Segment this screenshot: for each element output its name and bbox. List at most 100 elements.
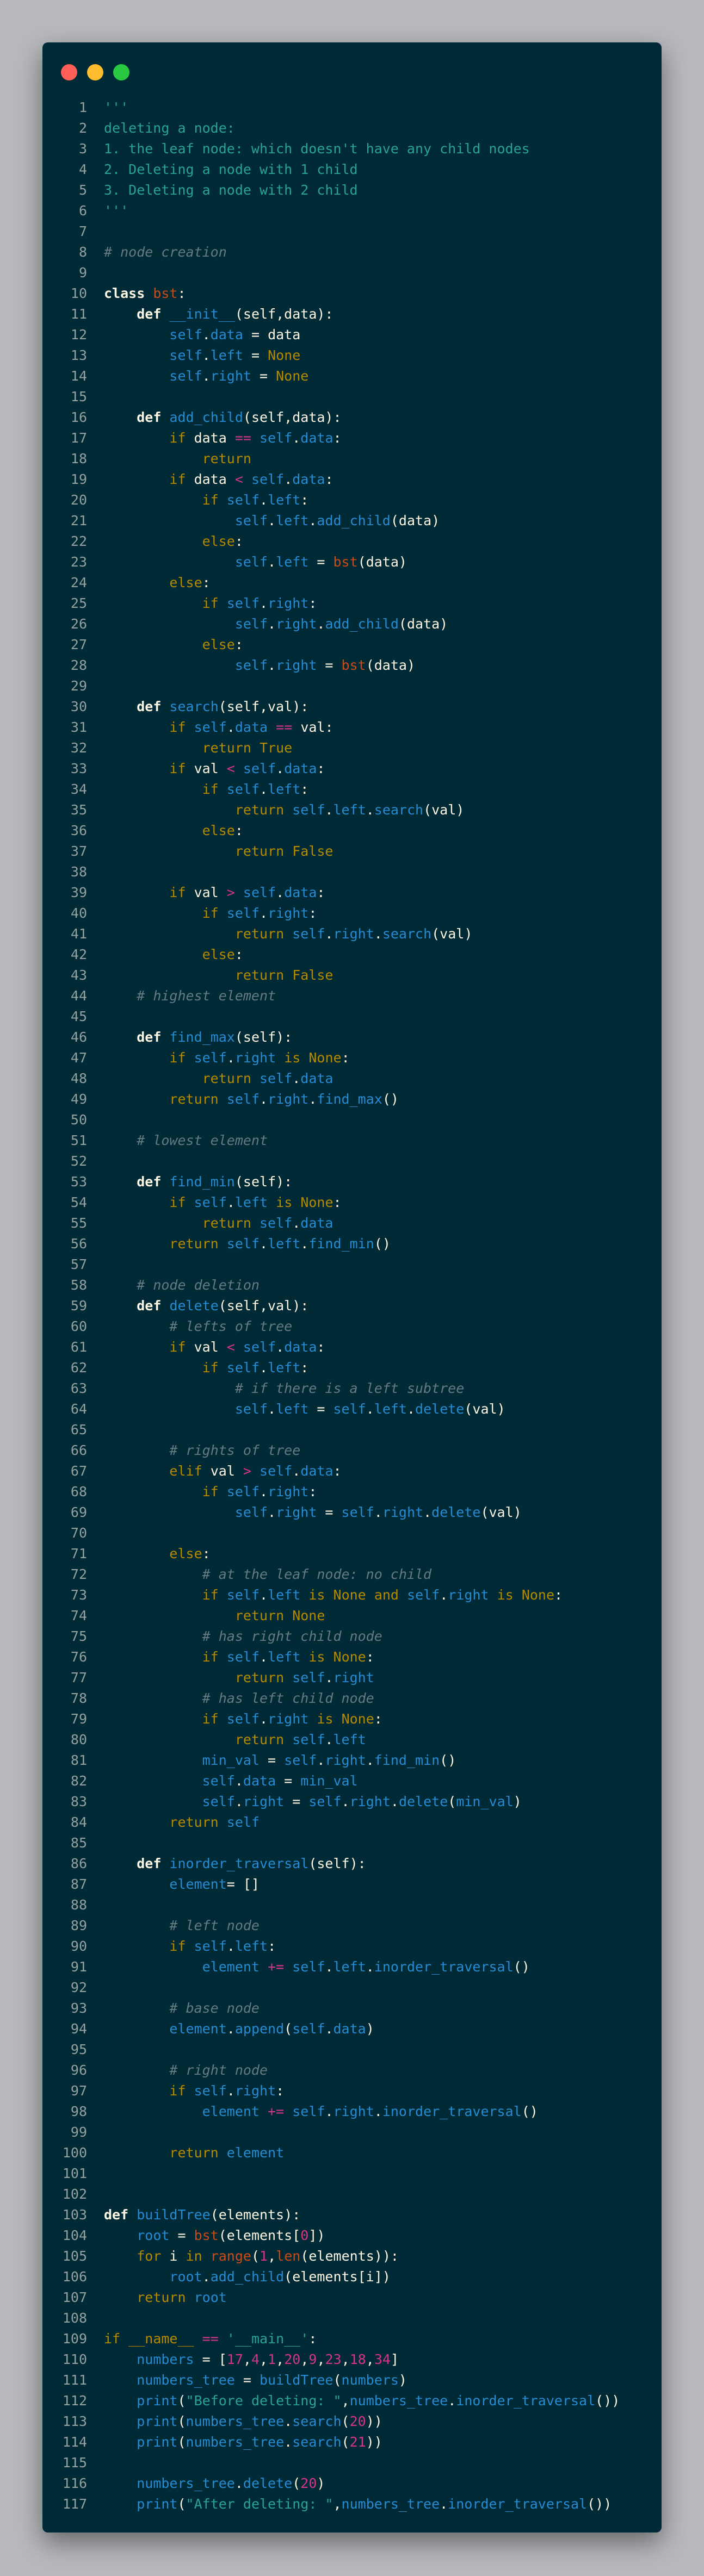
line-content[interactable]: else: (104, 1547, 210, 1560)
line-content[interactable]: return True (104, 741, 293, 755)
line-content[interactable]: if self.left is None: (104, 1650, 374, 1664)
minimize-icon[interactable] (87, 64, 103, 80)
line-content[interactable]: 2. Deleting a node with 1 child (104, 163, 358, 176)
line-content[interactable]: self.data = data (104, 328, 300, 341)
line-content[interactable]: return None (104, 1609, 325, 1622)
line-content[interactable]: else: (104, 576, 210, 589)
line-content[interactable]: print(numbers_tree.search(20)) (104, 2415, 382, 2428)
line-content[interactable]: # has left child node (104, 1691, 374, 1705)
line-content[interactable]: # if there is a left subtree (104, 1382, 464, 1395)
line-content[interactable]: element= [] (104, 1877, 260, 1891)
line-content[interactable]: deleting a node: (104, 121, 235, 135)
line-content[interactable]: root.add_child(elements[i]) (104, 2270, 390, 2283)
close-icon[interactable] (61, 64, 77, 80)
line-content[interactable]: return self.right.search(val) (104, 927, 473, 941)
line-content[interactable]: if __name__ == '__main__': (104, 2332, 317, 2345)
line-content[interactable]: return self.left.find_min() (104, 1237, 390, 1250)
line-content[interactable]: if self.right: (104, 1485, 317, 1498)
line-content[interactable]: self.left = None (104, 349, 300, 362)
line-content[interactable]: self.right = None (104, 369, 308, 383)
line-content[interactable]: # rights of tree (104, 1443, 300, 1457)
line-content[interactable]: if self.left is None: (104, 1196, 341, 1209)
line-content[interactable]: return self.left.search(val) (104, 803, 465, 817)
line-content[interactable]: return self (104, 1815, 260, 1829)
line-content[interactable]: # base node (104, 2001, 260, 2015)
line-content[interactable]: def delete(self,val): (104, 1299, 308, 1312)
line-content[interactable]: self.left = bst(data) (104, 555, 407, 569)
line-content[interactable]: def find_max(self): (104, 1030, 292, 1044)
line-content[interactable]: 1. the leaf node: which doesn't have any… (104, 142, 530, 155)
line-content[interactable]: # lowest element (104, 1134, 268, 1147)
line-content[interactable]: min_val = self.right.find_min() (104, 1753, 456, 1767)
line-content[interactable]: if val < self.data: (104, 762, 325, 775)
zoom-icon[interactable] (113, 64, 129, 80)
line-content[interactable]: def inorder_traversal(self): (104, 1857, 366, 1870)
line-content[interactable]: else: (104, 638, 243, 651)
line-content[interactable]: # at the leaf node: no child (104, 1567, 431, 1581)
line-content[interactable]: return self.right.find_max() (104, 1092, 399, 1106)
line-content[interactable]: 3. Deleting a node with 2 child (104, 183, 358, 197)
line-content[interactable]: def __init__(self,data): (104, 307, 333, 321)
line-content[interactable]: numbers_tree = buildTree(numbers) (104, 2373, 407, 2387)
line-content[interactable]: class bst: (104, 287, 186, 300)
line-content[interactable]: if self.left: (104, 493, 309, 507)
line-content[interactable]: # right node (104, 2063, 268, 2077)
line-content[interactable]: if val > self.data: (104, 886, 325, 899)
line-content[interactable]: return self.data (104, 1216, 334, 1230)
line-content[interactable]: if data == self.data: (104, 431, 341, 445)
line-content[interactable]: if self.left: (104, 782, 309, 796)
line-content[interactable]: ''' (104, 101, 128, 114)
line-content[interactable]: # highest element (104, 989, 276, 1003)
line-content[interactable]: def search(self,val): (104, 700, 308, 713)
line-content[interactable]: numbers_tree.delete(20) (104, 2477, 325, 2490)
line-content[interactable]: if self.right: (104, 906, 317, 920)
line-content[interactable]: if self.right: (104, 2084, 284, 2098)
line-content[interactable]: return False (104, 968, 334, 982)
line-content[interactable]: print(numbers_tree.search(21)) (104, 2435, 382, 2449)
line-content[interactable]: return self.data (104, 1072, 334, 1085)
line-content[interactable]: for i in range(1,len(elements)): (104, 2249, 399, 2263)
line-content[interactable]: self.right = bst(data) (104, 658, 415, 672)
line-content[interactable]: if self.left: (104, 1939, 276, 1953)
line-content[interactable]: return False (104, 844, 334, 858)
line-content[interactable]: self.data = min_val (104, 1774, 358, 1788)
line-content[interactable]: return self.right (104, 1671, 374, 1684)
line-content[interactable]: if self.right: (104, 596, 317, 610)
line-content[interactable]: self.right.add_child(data) (104, 617, 448, 631)
line-content[interactable]: element.append(self.data) (104, 2022, 374, 2036)
line-content[interactable]: if self.left is None and self.right is N… (104, 1588, 563, 1602)
line-content[interactable]: # lefts of tree (104, 1320, 292, 1333)
line-content[interactable]: if val < self.data: (104, 1340, 325, 1354)
line-content[interactable]: else: (104, 824, 243, 837)
line-content[interactable]: if self.left: (104, 1361, 309, 1374)
line-content[interactable]: element += self.right.inorder_traversal(… (104, 2105, 538, 2118)
line-content[interactable]: elif val > self.data: (104, 1464, 341, 1478)
line-content[interactable]: def add_child(self,data): (104, 410, 341, 424)
line-content[interactable]: root = bst(elements[0]) (104, 2229, 325, 2242)
line-content[interactable]: def buildTree(elements): (104, 2208, 300, 2222)
line-content[interactable]: # node creation (104, 245, 227, 259)
line-content[interactable]: self.right = self.right.delete(min_val) (104, 1795, 522, 1808)
line-content[interactable]: def find_min(self): (104, 1175, 292, 1189)
line-content[interactable]: # node deletion (104, 1278, 260, 1292)
line-content[interactable]: print("Before deleting: ",numbers_tree.i… (104, 2394, 620, 2407)
line-content[interactable]: numbers = [17,4,1,20,9,23,18,34] (104, 2353, 399, 2366)
line-content[interactable]: if self.right is None: (104, 1051, 349, 1065)
line-content[interactable]: else: (104, 948, 243, 961)
line-content[interactable]: # left node (104, 1919, 260, 1932)
line-content[interactable]: # has right child node (104, 1629, 382, 1643)
line-content[interactable]: return (104, 452, 251, 465)
line-content[interactable]: if data < self.data: (104, 472, 333, 486)
line-content[interactable]: print("After deleting: ",numbers_tree.in… (104, 2497, 612, 2511)
line-content[interactable]: if self.data == val: (104, 720, 333, 734)
line-content[interactable]: self.left.add_child(data) (104, 514, 440, 527)
line-content[interactable]: return root (104, 2291, 227, 2304)
line-content[interactable]: return self.left (104, 1733, 366, 1746)
line-content[interactable]: self.right = self.right.delete(val) (104, 1505, 522, 1519)
line-content[interactable]: if self.right is None: (104, 1712, 382, 1726)
line-content[interactable]: self.left = self.left.delete(val) (104, 1402, 505, 1416)
line-content[interactable]: else: (104, 534, 243, 548)
line-content[interactable]: element += self.left.inorder_traversal() (104, 1960, 530, 1974)
line-content[interactable]: return element (104, 2146, 284, 2160)
line-content[interactable]: ''' (104, 204, 128, 217)
